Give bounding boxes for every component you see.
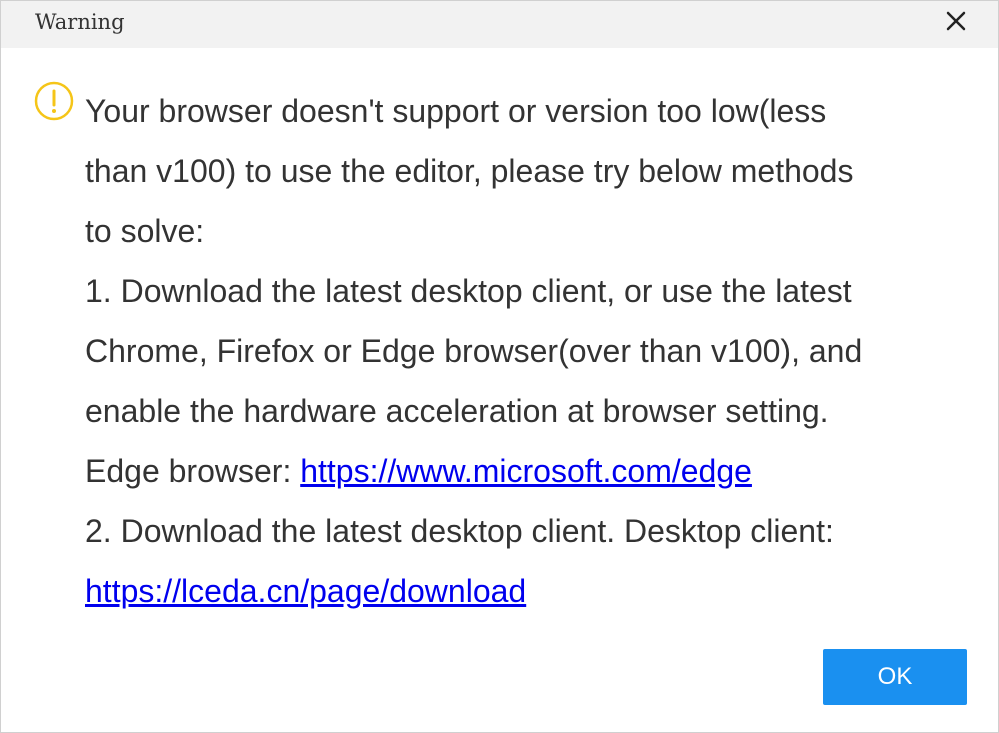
message-line: enable the hardware acceleration at brow… [85, 393, 829, 429]
dialog-title: Warning [35, 10, 125, 34]
message-line: to solve: [85, 213, 205, 249]
message-line: 2. Download the latest desktop client. D… [85, 513, 834, 549]
message-line: Your browser doesn't support or version … [85, 93, 827, 129]
warning-message: Your browser doesn't support or version … [85, 81, 965, 621]
ok-button[interactable]: OK [823, 649, 967, 705]
message-line: 1. Download the latest desktop client, o… [85, 273, 852, 309]
close-icon[interactable] [941, 6, 971, 36]
desktop-client-download-link[interactable]: https://lceda.cn/page/download [85, 573, 526, 609]
dialog-titlebar: Warning [1, 1, 998, 48]
message-line: than v100) to use the editor, please try… [85, 153, 854, 189]
desktop-client-line: https://lceda.cn/page/download [85, 561, 965, 621]
exclamation-circle-icon [34, 81, 74, 121]
message-line: Chrome, Firefox or Edge browser(over tha… [85, 333, 863, 369]
edge-download-link[interactable]: https://www.microsoft.com/edge [300, 453, 752, 489]
edge-browser-label: Edge browser: [85, 453, 301, 489]
edge-browser-line: Edge browser: https://www.microsoft.com/… [85, 441, 965, 501]
warning-dialog: Warning Your browser doesn't support or … [0, 0, 999, 733]
